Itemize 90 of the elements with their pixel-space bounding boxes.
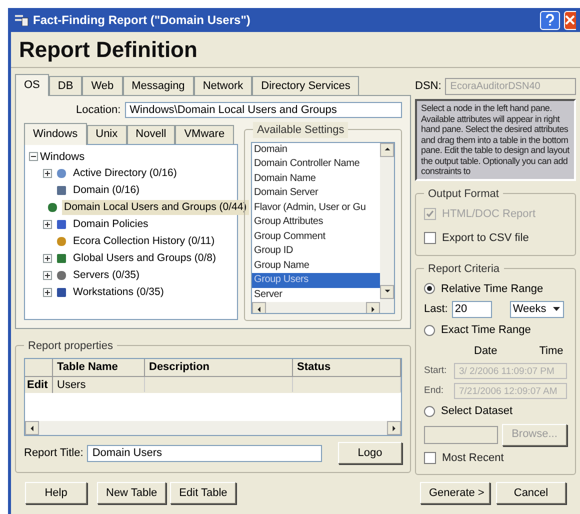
list-item[interactable]: Flavor (Admin, User or Gu bbox=[252, 200, 380, 215]
tree-node[interactable]: Active Directory (0/16) bbox=[71, 166, 179, 182]
tree-node[interactable]: Ecora Collection History (0/11) bbox=[71, 234, 217, 250]
row-header[interactable]: Edit bbox=[25, 376, 53, 393]
date-header: Date bbox=[474, 344, 498, 358]
last-label: Last: bbox=[424, 302, 448, 318]
node-icon bbox=[47, 202, 58, 213]
radio-button[interactable] bbox=[424, 406, 435, 417]
tree-node[interactable]: Windows bbox=[40, 148, 85, 165]
footer-button[interactable]: Edit Table bbox=[170, 482, 236, 504]
help-icon[interactable] bbox=[540, 10, 560, 30]
list-item[interactable]: Group Comment bbox=[252, 230, 380, 244]
list-item[interactable]: Domain bbox=[252, 142, 380, 157]
node-icon bbox=[56, 253, 67, 264]
time-header: Time bbox=[539, 344, 564, 358]
dataset-field[interactable] bbox=[424, 426, 498, 444]
tab[interactable]: DB bbox=[48, 76, 82, 95]
radio-button[interactable] bbox=[424, 324, 435, 336]
expand-icon[interactable] bbox=[43, 169, 52, 178]
column-header[interactable]: Table Name bbox=[53, 359, 145, 376]
dsn-label: DSN: bbox=[415, 79, 442, 94]
tab[interactable]: Novell bbox=[126, 124, 176, 144]
expand-icon[interactable] bbox=[43, 254, 52, 263]
checkmark-icon bbox=[426, 210, 434, 218]
action-button[interactable]: Cancel bbox=[496, 482, 566, 504]
group-title: Report properties bbox=[24, 338, 117, 354]
tree-node[interactable]: Global Users and Groups (0/8) bbox=[71, 250, 218, 266]
tab[interactable]: Web bbox=[82, 76, 123, 95]
node-icon bbox=[56, 270, 67, 281]
node-icon bbox=[56, 287, 67, 298]
vertical-scrollbar[interactable] bbox=[380, 142, 394, 312]
window-title: Fact-Finding Report ("Domain Users") bbox=[33, 12, 252, 29]
list-item[interactable]: Server bbox=[252, 288, 380, 302]
list-item[interactable]: Domain Server bbox=[252, 186, 380, 200]
horizontal-scrollbar[interactable] bbox=[25, 421, 401, 435]
list-item[interactable]: Group ID bbox=[252, 244, 380, 258]
checkbox-label: HTML/DOC Report bbox=[442, 206, 536, 222]
group-title: Available Settings bbox=[253, 122, 348, 138]
tab[interactable]: Unix bbox=[86, 124, 127, 144]
checkbox[interactable] bbox=[424, 452, 436, 464]
page-heading: Report Definition bbox=[19, 36, 198, 64]
last-spinner[interactable]: 20 bbox=[452, 301, 492, 318]
list-item[interactable]: Group Attributes bbox=[252, 215, 380, 230]
report-icon bbox=[15, 14, 29, 26]
tree-node[interactable]: Servers (0/35) bbox=[71, 268, 142, 284]
help-text: Select a node in the left hand pane. Available attributes will appear in right hand pane. Select the desired attributes and drag them into a table in the bottom pane. Edit the table to design and layout the output table. Optionally you can add constraints to bbox=[415, 99, 576, 180]
expand-icon[interactable] bbox=[43, 288, 52, 297]
report-title-field[interactable]: Domain Users bbox=[87, 444, 322, 462]
unit-dropdown[interactable]: Weeks bbox=[510, 301, 564, 318]
location-label: Location: bbox=[76, 103, 121, 118]
list-item[interactable]: Group Name bbox=[252, 258, 380, 273]
radio-label: Exact Time Range bbox=[441, 323, 531, 338]
node-icon bbox=[56, 185, 67, 196]
tree-node[interactable]: Workstations (0/35) bbox=[71, 284, 166, 300]
logo-button[interactable]: Logo bbox=[338, 442, 402, 464]
tree-node[interactable]: Domain Policies bbox=[71, 216, 150, 232]
tab[interactable]: Directory Services bbox=[252, 76, 360, 95]
checkbox-label: Most Recent bbox=[442, 450, 504, 466]
footer-button[interactable]: New Table bbox=[97, 482, 166, 504]
tab[interactable]: Network bbox=[194, 76, 252, 95]
expand-icon[interactable] bbox=[43, 220, 52, 229]
tab[interactable]: Messaging bbox=[122, 76, 194, 95]
node-icon bbox=[56, 236, 67, 247]
tab[interactable]: VMware bbox=[175, 124, 234, 144]
radio-label: Select Dataset bbox=[441, 404, 513, 419]
date-label: Start: bbox=[424, 364, 448, 378]
tab[interactable]: Windows bbox=[24, 122, 87, 144]
table-cell: Users bbox=[53, 376, 145, 392]
date-label: End: bbox=[424, 384, 445, 398]
column-header[interactable]: Status bbox=[293, 359, 401, 376]
action-button[interactable]: Generate > bbox=[420, 482, 490, 504]
location-field[interactable]: Windows\Domain Local Users and Groups bbox=[124, 102, 402, 118]
horizontal-scrollbar[interactable] bbox=[252, 302, 380, 312]
footer-button[interactable]: Help bbox=[25, 482, 87, 504]
checkbox[interactable] bbox=[424, 232, 436, 244]
list-item[interactable]: Domain Name bbox=[252, 172, 380, 186]
node-icon bbox=[56, 168, 67, 179]
report-title-label: Report Title: bbox=[24, 446, 84, 461]
tab[interactable]: OS bbox=[15, 74, 49, 96]
tree-node[interactable]: Domain (0/16) bbox=[71, 182, 142, 198]
radio-label: Relative Time Range bbox=[441, 282, 544, 296]
list-item[interactable]: Domain Controller Name bbox=[252, 157, 380, 172]
expand-icon[interactable] bbox=[43, 271, 52, 280]
checkbox-label: Export to CSV file bbox=[442, 231, 529, 246]
close-icon[interactable] bbox=[564, 10, 576, 30]
radio-button[interactable] bbox=[424, 283, 435, 294]
node-icon bbox=[56, 219, 67, 230]
collapse-icon[interactable] bbox=[29, 152, 38, 162]
column-header[interactable]: Description bbox=[145, 359, 293, 376]
list-item[interactable]: Group Users bbox=[252, 273, 380, 288]
